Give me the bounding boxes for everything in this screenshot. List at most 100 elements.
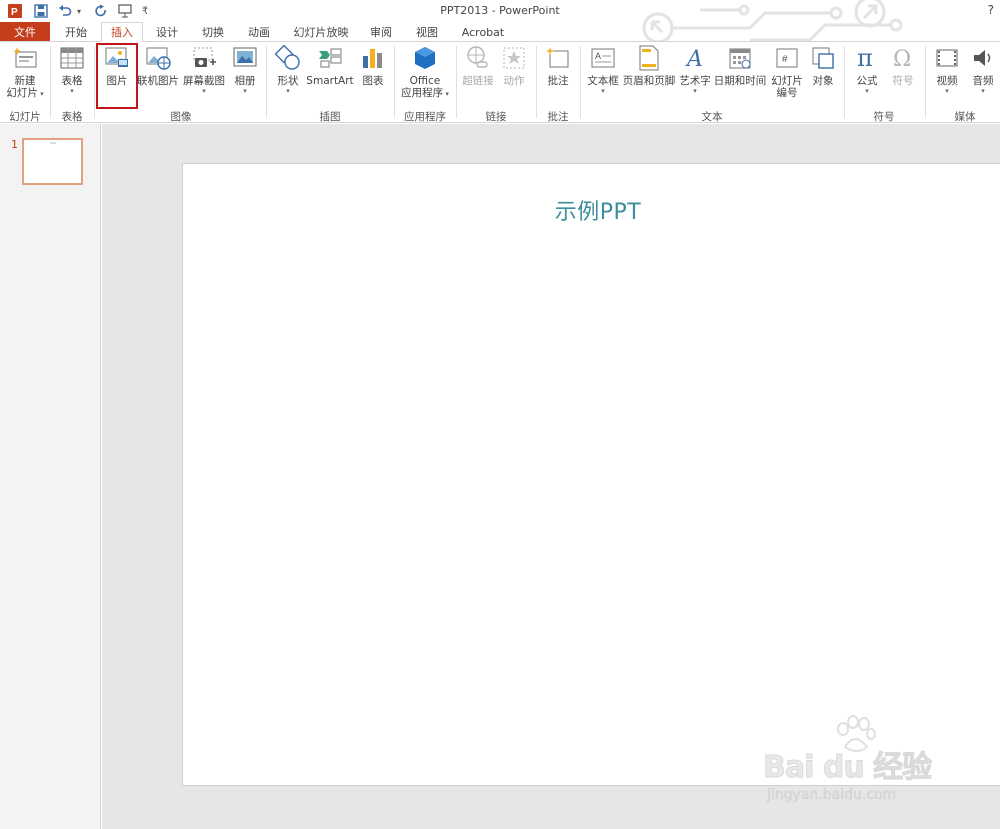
tab-file[interactable]: 文件 [0,22,50,42]
tab-animations[interactable]: 动画 [238,22,280,42]
title-bar: P ▾ ₹ PPT2013 - PowerPoint ? [0,0,1000,42]
header-footer-button[interactable]: 页眉和页脚 [622,45,676,87]
comment-icon [545,45,571,71]
group-comments-label: 批注 [547,111,569,123]
shapes-icon [275,45,301,71]
group-slides-label: 幻灯片 [9,111,41,123]
group-text-label: 文本 [701,111,723,123]
pi-icon: π [854,45,880,71]
video-button[interactable]: 视频 ▾ [929,45,965,95]
baidu-watermark: Bai du 经验 jingyan.baidu.com [762,715,973,825]
slide-thumbnail[interactable] [22,138,83,185]
picture-button-highlight [96,43,138,109]
textbox-label: 文本框 [587,75,619,87]
separator [394,46,395,118]
header-footer-label: 页眉和页脚 [622,75,676,87]
help-button[interactable]: ? [988,3,994,17]
action-star-icon [501,45,527,71]
group-media-label: 媒体 [954,111,976,123]
separator [844,46,845,118]
separator [266,46,267,118]
textbox-button[interactable]: A 文本框 ▾ [584,45,622,95]
separator [50,46,51,118]
smartart-button[interactable]: SmartArt [306,45,354,87]
wordart-button[interactable]: A 艺术字 ▾ [678,45,712,95]
table-button[interactable]: 表格 ▾ [54,45,90,95]
screenshot-icon [191,45,217,71]
ribbon: 新建 幻灯片 ▾ 幻灯片 表格 ▾ 表格 图片 联机图片 屏幕截图 ▾ 相册 ▾… [0,41,1000,123]
smartart-icon [317,45,343,71]
online-picture-button[interactable]: 联机图片 [137,45,179,87]
slide-number-button[interactable]: # 幻灯片 编号 [768,45,806,99]
symbol-button[interactable]: Ω 符号 [886,45,920,87]
audio-button[interactable]: 音频 ▾ [965,45,1000,95]
date-time-label: 日期和时间 [713,75,767,87]
new-slide-button[interactable]: 新建 幻灯片 ▾ [4,45,46,99]
online-picture-icon [145,45,171,71]
wordart-label: 艺术字 [679,75,711,87]
office-store-icon [412,45,438,71]
tab-design[interactable]: 设计 [146,22,188,42]
slide-number-label-2: 编号 [776,87,798,99]
table-icon [59,45,85,71]
object-label: 对象 [812,75,834,87]
wordart-icon: A [682,45,708,71]
svg-text:Ω: Ω [893,47,911,70]
tab-slideshow[interactable]: 幻灯片放映 [285,22,357,42]
watermark-url: jingyan.baidu.com [767,787,897,804]
group-images-label: 图像 [170,111,192,123]
tab-insert[interactable]: 插入 [101,22,143,42]
group-illustrations-label: 插图 [319,111,341,123]
hyperlink-icon [465,45,491,71]
svg-text:A: A [685,47,703,70]
chart-label: 图表 [362,75,384,87]
slide-title[interactable]: 示例PPT [183,194,1000,226]
header-footer-icon [636,45,662,71]
omega-icon: Ω [890,45,916,71]
slide-canvas[interactable]: 示例PPT [182,163,1000,786]
screenshot-button[interactable]: 屏幕截图 ▾ [181,45,227,95]
shapes-button[interactable]: 形状 ▾ [270,45,306,95]
chart-button[interactable]: 图表 [356,45,390,87]
comment-button[interactable]: 批注 [540,45,576,87]
smartart-label: SmartArt [306,75,354,87]
tab-review[interactable]: 审阅 [360,22,402,42]
office-apps-label-1: Office [409,75,441,87]
new-slide-icon [12,45,38,71]
equation-label: 公式 [856,75,878,87]
action-button[interactable]: 动作 [498,45,530,87]
office-apps-button[interactable]: Office 应用程序 ▾ [398,45,452,99]
tab-home[interactable]: 开始 [55,22,97,42]
photo-album-icon [232,45,258,71]
hyperlink-label: 超链接 [462,75,494,87]
watermark-brand: Bai du 经验 [762,750,932,786]
separator [580,46,581,118]
svg-text:π: π [857,46,873,70]
slide-number-label-1: 幻灯片 [771,75,803,87]
separator [456,46,457,118]
photo-album-button[interactable]: 相册 ▾ [228,45,262,95]
video-label: 视频 [936,75,958,87]
hyperlink-button[interactable]: 超链接 [460,45,496,87]
separator [94,46,95,118]
tab-acrobat[interactable]: Acrobat [455,22,511,42]
slide-thumbnail-number: 1 [11,138,18,151]
online-picture-label: 联机图片 [137,75,179,87]
object-button[interactable]: 对象 [806,45,840,87]
photo-album-label: 相册 [234,75,256,87]
chart-icon [360,45,386,71]
new-slide-label-1: 新建 [14,75,36,87]
window-title: PPT2013 - PowerPoint [440,4,560,17]
slide-number-icon: # [774,45,800,71]
new-slide-label-2: 幻灯片 [6,87,38,99]
object-icon [810,45,836,71]
equation-button[interactable]: π 公式 ▾ [848,45,886,95]
tab-view[interactable]: 视图 [406,22,448,42]
speaker-icon [970,45,996,71]
tab-transitions[interactable]: 切换 [192,22,234,42]
group-symbols-label: 符号 [873,111,895,123]
date-time-button[interactable]: 日期和时间 [713,45,767,87]
table-label: 表格 [61,75,83,87]
powerpoint-window: P ▾ ₹ PPT2013 - PowerPoint ? 文件 开始 插入 设计… [0,0,1000,829]
slide-thumbnails-pane: 1 [0,124,101,829]
